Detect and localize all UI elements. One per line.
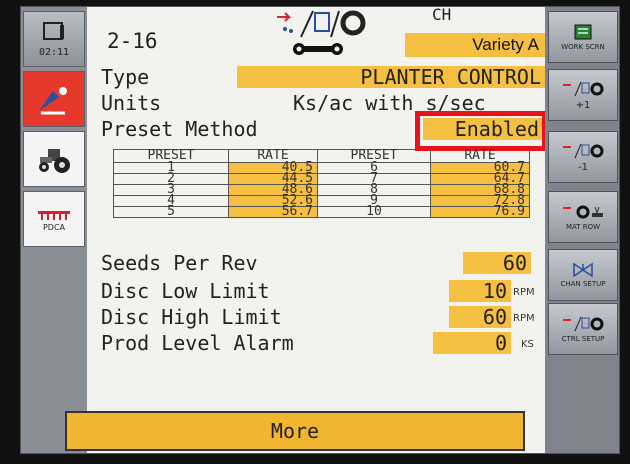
satellite-dish-icon xyxy=(39,87,67,115)
chan-setup-button[interactable]: CHAN SETUP xyxy=(548,249,618,301)
preset-number: 5 xyxy=(113,205,229,218)
rate-cell[interactable]: 56.7 xyxy=(228,205,318,218)
mat-row-button[interactable]: MAT ROW xyxy=(548,191,618,243)
work-screen-icon xyxy=(574,24,592,40)
table-row: 1 40.5 6 60.7 xyxy=(113,161,530,174)
rate-plus-button[interactable]: +1 xyxy=(548,69,618,121)
display-screen: 02:11 PDCA 2-16 CH Variety A Type PLANTE… xyxy=(20,6,620,454)
pdca-label: PDCA xyxy=(42,222,66,232)
page-number: 2-16 xyxy=(107,29,158,53)
tractor-icon xyxy=(39,149,70,173)
preset-method-label: Preset Method xyxy=(101,117,258,141)
gps-button[interactable] xyxy=(23,71,85,127)
clock: 02:11 xyxy=(38,46,70,58)
disc-high-limit-value[interactable]: 60 xyxy=(449,306,511,328)
planter-control-icon xyxy=(563,316,604,332)
disc-high-limit-label: Disc High Limit xyxy=(101,305,282,329)
preset-table: PRESET RATE PRESET RATE 1 40.5 6 60.7 2 … xyxy=(113,149,530,218)
seeds-per-rev-value[interactable]: 60 xyxy=(463,252,531,274)
rate-cell[interactable]: 76.9 xyxy=(430,205,530,218)
tractor-button[interactable] xyxy=(23,131,85,187)
left-sidebar: 02:11 PDCA xyxy=(21,7,87,453)
more-button[interactable]: More xyxy=(65,411,525,451)
prod-level-unit: KS xyxy=(521,339,534,350)
table-row: 5 56.7 10 76.9 xyxy=(113,205,530,218)
variety-field[interactable]: Variety A xyxy=(405,33,545,57)
table-row: 2 44.5 7 64.7 xyxy=(113,172,530,185)
header: 2-16 CH Variety A xyxy=(87,7,545,63)
disc-high-unit: RPM xyxy=(513,313,535,324)
plus-one-label: +1 xyxy=(575,99,591,111)
type-label: Type xyxy=(101,65,150,89)
work-screen-button[interactable]: WORK SCRN xyxy=(548,11,618,63)
prod-level-alarm-value[interactable]: 0 xyxy=(433,332,511,354)
home-button[interactable]: 02:11 xyxy=(23,11,85,67)
ctrl-setup-button[interactable]: CTRL SETUP xyxy=(548,303,618,355)
work-screen-label: WORK SCRN xyxy=(561,43,605,51)
channel-label: CH xyxy=(432,6,452,24)
monitor-icon xyxy=(43,21,64,40)
preset-number: 10 xyxy=(317,205,431,218)
disc-low-unit: RPM xyxy=(513,287,535,298)
planter-rate-icon xyxy=(563,81,604,96)
table-row: 3 48.6 8 68.8 xyxy=(113,183,530,196)
highlight-box xyxy=(415,111,547,151)
ctrl-setup-label: CTRL SETUP xyxy=(561,335,605,343)
type-value[interactable]: PLANTER CONTROL xyxy=(237,66,545,88)
planter-icon xyxy=(38,210,70,220)
minus-one-label: -1 xyxy=(578,161,588,173)
planter-rate-icon xyxy=(563,143,604,158)
disc-low-limit-label: Disc Low Limit xyxy=(101,279,270,303)
prod-level-alarm-label: Prod Level Alarm xyxy=(101,331,294,355)
disc-low-limit-value[interactable]: 10 xyxy=(449,280,511,302)
table-row: 4 52.6 9 72.8 xyxy=(113,194,530,207)
main-panel: 2-16 CH Variety A Type PLANTER CONTROL U… xyxy=(87,7,547,453)
right-sidebar: WORK SCRN +1 -1 MAT ROW CHAN SETUP CTRL … xyxy=(545,7,619,453)
rate-minus-button[interactable]: -1 xyxy=(548,131,618,183)
valve-icon xyxy=(573,262,593,278)
row-planter-icon xyxy=(563,205,603,219)
planter-wrench-icon xyxy=(277,10,366,55)
units-label: Units xyxy=(101,91,162,115)
chan-setup-label: CHAN SETUP xyxy=(560,280,606,288)
mat-row-label: MAT ROW xyxy=(565,223,601,231)
pdca-button[interactable]: PDCA xyxy=(23,191,85,247)
table-header-row: PRESET RATE PRESET RATE xyxy=(113,149,530,163)
seeds-per-rev-label: Seeds Per Rev xyxy=(101,251,258,275)
